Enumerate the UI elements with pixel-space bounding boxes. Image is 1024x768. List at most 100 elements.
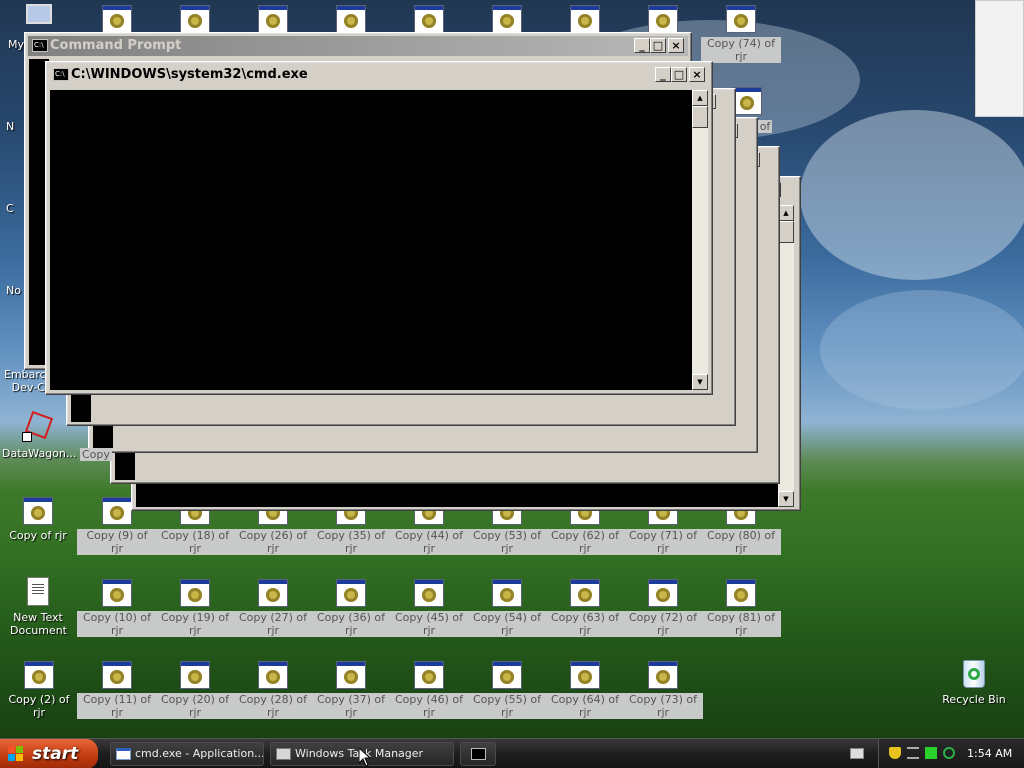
window-titlebar[interactable]: C:\WINDOWS\system32\cmd.exe _ □ × xyxy=(49,65,709,85)
desktop-icon-label: Copy (36) of rjr xyxy=(311,611,391,637)
desktop-icon-copy-72[interactable]: Copy (72) of rjr xyxy=(623,576,703,637)
clock[interactable]: 1:54 AM xyxy=(967,739,1012,768)
taskbar-button-cmd-application[interactable]: cmd.exe - Application... xyxy=(110,742,264,766)
desktop-icon-copy-27[interactable]: Copy (27) of rjr xyxy=(233,576,313,637)
exe-icon xyxy=(257,2,289,34)
desktop-icon-new-text-document[interactable]: New Text Document xyxy=(0,576,76,637)
exe-icon xyxy=(647,2,679,34)
exe-icon xyxy=(257,658,289,690)
datawagon-shortcut-icon xyxy=(22,410,54,444)
desktop-icon-label: Recycle Bin xyxy=(942,693,1006,706)
desktop-icon-label: Copy (55) of rjr xyxy=(467,693,547,719)
exe-icon xyxy=(569,576,601,608)
desktop-icon-my-computer[interactable]: My xyxy=(2,2,62,51)
exe-icon xyxy=(101,494,133,526)
security-shield-icon[interactable] xyxy=(889,747,901,759)
desktop-icon-copy-19[interactable]: Copy (19) of rjr xyxy=(155,576,235,637)
desktop-icon-copy-10[interactable]: Copy (10) of rjr xyxy=(77,576,157,637)
desktop-icon-label: Copy (73) of rjr xyxy=(623,693,703,719)
cmd-icon xyxy=(32,39,48,52)
desktop-icon-datawagon[interactable]: DataWagon... xyxy=(0,410,76,460)
desktop-icon-copy-36[interactable]: Copy (36) of rjr xyxy=(311,576,391,637)
desktop-icon-copy-74-of-rjr[interactable]: Copy (74) of rjr xyxy=(701,2,781,63)
task-manager-icon xyxy=(276,748,291,760)
taskbar-button-cmd[interactable] xyxy=(460,742,496,766)
my-computer-icon xyxy=(24,2,56,34)
maximize-button[interactable]: □ xyxy=(671,67,687,82)
exe-icon xyxy=(413,2,445,34)
desktop-partial-label: C xyxy=(6,202,14,215)
desktop-icon-copy-28[interactable]: Copy (28) of rjr xyxy=(233,658,313,719)
exe-icon xyxy=(101,2,133,34)
scroll-thumb[interactable] xyxy=(692,106,708,128)
exe-icon xyxy=(647,576,679,608)
maximize-button[interactable]: □ xyxy=(650,38,666,53)
exe-icon xyxy=(569,2,601,34)
desktop-icon-copy-45[interactable]: Copy (45) of rjr xyxy=(389,576,469,637)
desktop-icon-label: Copy (63) of rjr xyxy=(545,611,625,637)
exe-icon xyxy=(179,576,211,608)
offscreen-window-edge xyxy=(975,0,1024,117)
cmd-icon xyxy=(53,68,69,81)
network-icon[interactable] xyxy=(907,747,919,759)
desktop-icon-label: Copy (20) of rjr xyxy=(155,693,235,719)
scroll-down-arrow-icon[interactable]: ▼ xyxy=(778,491,794,507)
desktop-icon-copy-20[interactable]: Copy (20) of rjr xyxy=(155,658,235,719)
console-output-area[interactable] xyxy=(50,90,692,390)
desktop-icon-label: Copy (46) of rjr xyxy=(389,693,469,719)
desktop-icon-embarcadero[interactable]: Embarca Dev-C xyxy=(2,368,52,394)
vertical-scrollbar[interactable]: ▲ ▼ xyxy=(778,205,794,507)
scroll-thumb[interactable] xyxy=(778,221,794,243)
desktop-icon-copy-2-of-rjr[interactable]: Copy (2) of rjr xyxy=(0,658,78,719)
desktop-icon-label: Copy (64) of rjr xyxy=(545,693,625,719)
desktop-icon-copy-55[interactable]: Copy (55) of rjr xyxy=(467,658,547,719)
start-button[interactable]: start xyxy=(0,739,98,768)
exe-icon xyxy=(491,576,523,608)
desktop-icon-copy-81[interactable]: Copy (81) of rjr xyxy=(701,576,781,637)
text-document-icon xyxy=(22,576,54,608)
exe-icon xyxy=(179,2,211,34)
desktop-icon-label: Copy (80) of rjr xyxy=(701,529,781,555)
exe-icon xyxy=(179,658,211,690)
exe-icon xyxy=(725,576,757,608)
window-titlebar[interactable]: Command Prompt _ □ × xyxy=(28,36,688,56)
desktop-icon-copy-11[interactable]: Copy (11) of rjr xyxy=(77,658,157,719)
exe-icon xyxy=(335,2,367,34)
desktop-icon-copy-37[interactable]: Copy (37) of rjr xyxy=(311,658,391,719)
desktop-icon-label: Copy (53) of rjr xyxy=(467,529,547,555)
desktop-icon-label: Copy of rjr xyxy=(9,529,67,542)
desktop-partial-label: of xyxy=(757,120,773,133)
update-icon[interactable] xyxy=(943,747,955,759)
cmd-icon xyxy=(471,748,486,760)
scroll-up-arrow-icon[interactable]: ▲ xyxy=(778,205,794,221)
desktop-icon-label: Copy (81) of rjr xyxy=(701,611,781,637)
close-button[interactable]: × xyxy=(668,38,684,53)
minimize-button[interactable]: _ xyxy=(634,38,650,53)
desktop-icon-label: Copy (26) of rjr xyxy=(233,529,313,555)
desktop-icon-recycle-bin[interactable]: Recycle Bin xyxy=(934,658,1014,706)
exe-icon xyxy=(101,658,133,690)
desktop-icon-copy-63[interactable]: Copy (63) of rjr xyxy=(545,576,625,637)
taskbar-button-label: cmd.exe - Application... xyxy=(135,747,264,760)
desktop-icon-copy-54[interactable]: Copy (54) of rjr xyxy=(467,576,547,637)
taskbar: start cmd.exe - Application... Windows T… xyxy=(0,738,1024,768)
desktop-icon-label: Copy (19) of rjr xyxy=(155,611,235,637)
close-button[interactable]: × xyxy=(689,67,705,82)
desktop-icon-copy-of-rjr[interactable]: Copy of rjr xyxy=(0,494,76,542)
desktop-icon-copy-46[interactable]: Copy (46) of rjr xyxy=(389,658,469,719)
cmd-exe-window[interactable]: C:\WINDOWS\system32\cmd.exe _ □ × ▲ ▼ xyxy=(45,61,713,395)
green-status-icon[interactable] xyxy=(925,747,937,759)
desktop-icon-label: Copy (45) of rjr xyxy=(389,611,469,637)
scroll-down-arrow-icon[interactable]: ▼ xyxy=(692,374,708,390)
window-icon xyxy=(116,748,131,760)
desktop-icon-label: Copy (37) of rjr xyxy=(311,693,391,719)
minimize-button[interactable]: _ xyxy=(655,67,671,82)
exe-icon xyxy=(725,2,757,34)
desktop-icon-copy-64[interactable]: Copy (64) of rjr xyxy=(545,658,625,719)
desktop-icon-copy-73[interactable]: Copy (73) of rjr xyxy=(623,658,703,719)
desktop-icon-label: Copy (74) of rjr xyxy=(701,37,781,63)
desktop-partial-label: No xyxy=(6,284,21,297)
vertical-scrollbar[interactable]: ▲ ▼ xyxy=(692,90,708,390)
scroll-up-arrow-icon[interactable]: ▲ xyxy=(692,90,708,106)
keyboard-icon[interactable] xyxy=(850,748,864,759)
